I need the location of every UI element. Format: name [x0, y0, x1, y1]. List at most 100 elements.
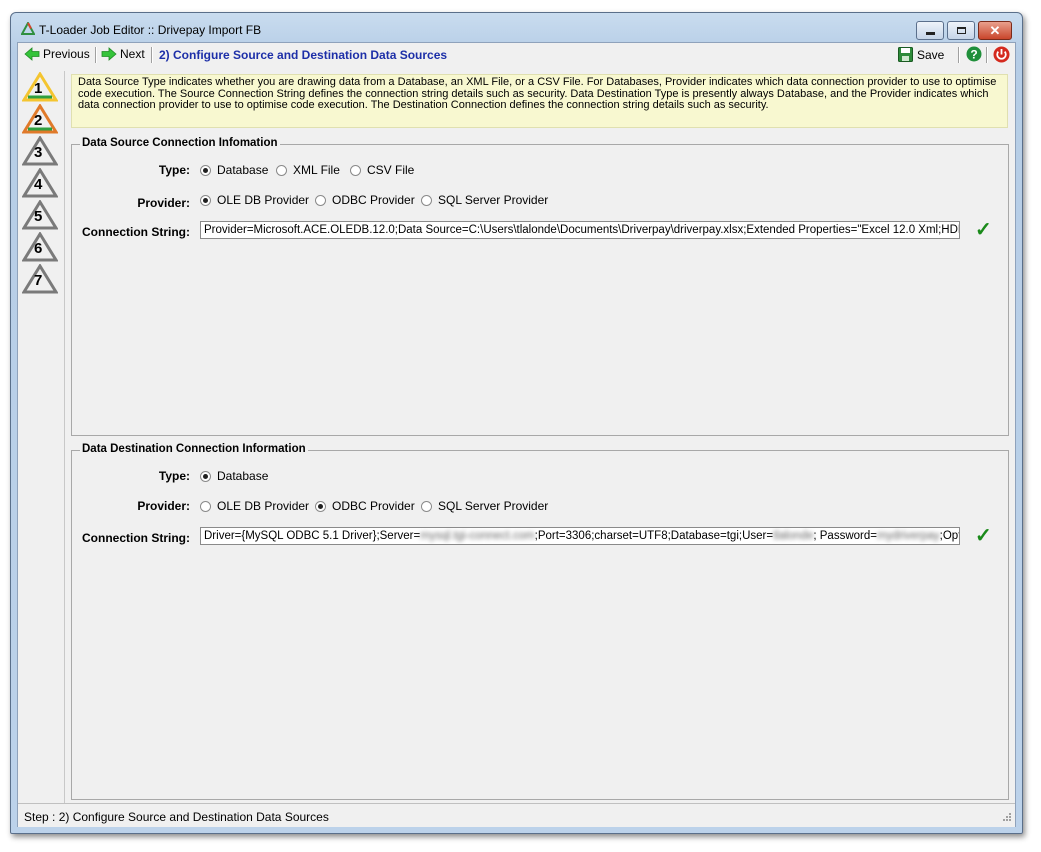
step-number: 4: [34, 176, 43, 193]
app-logo-icon: [21, 22, 35, 35]
step-7[interactable]: 7: [21, 263, 59, 294]
radio-label: ODBC Provider: [332, 499, 415, 513]
radio-label: Database: [217, 469, 269, 483]
step-6[interactable]: 6: [21, 231, 59, 262]
radio-label: XML File: [293, 163, 340, 177]
radio-label: ODBC Provider: [332, 193, 415, 207]
close-window-button[interactable]: ✕: [978, 21, 1012, 40]
help-button[interactable]: ?: [966, 46, 982, 62]
arrow-left-icon: [24, 47, 40, 61]
info-text: Data Source Type indicates whether you a…: [71, 74, 1008, 128]
power-icon: [993, 46, 1010, 63]
radio-selected-icon: [200, 470, 211, 482]
redacted-user: tlalonde: [773, 530, 814, 542]
step-number: 5: [34, 208, 43, 225]
check-icon: ✓: [975, 525, 992, 547]
source-type-database-radio[interactable]: Database: [200, 163, 268, 177]
title-bar[interactable]: T-Loader Job Editor :: Drivepay Import F…: [11, 13, 1022, 41]
next-button[interactable]: Next: [101, 47, 145, 61]
destination-type-database-radio[interactable]: Database: [200, 469, 268, 483]
step-3[interactable]: 3: [21, 135, 59, 166]
step-5[interactable]: 5: [21, 199, 59, 230]
step-number: 1: [34, 80, 43, 97]
destination-group-label: Data Destination Connection Information: [80, 443, 308, 455]
radio-label: CSV File: [367, 163, 415, 177]
toolbar-separator: [151, 47, 153, 63]
radio-selected-icon: [200, 194, 211, 206]
status-bar: Step : 2) Configure Source and Destinati…: [18, 803, 1015, 827]
previous-button[interactable]: Previous: [24, 47, 90, 61]
next-label: Next: [120, 47, 145, 61]
redacted-password: mydriverpay: [876, 530, 940, 542]
radio-label: SQL Server Provider: [438, 193, 549, 207]
conn-text: ;Option=3;: [939, 530, 959, 542]
radio-selected-icon: [315, 500, 326, 512]
source-type-csv-radio[interactable]: CSV File: [350, 163, 414, 177]
check-icon: ✓: [975, 219, 992, 241]
help-icon: ?: [966, 46, 982, 62]
step-number: 6: [34, 240, 43, 257]
source-provider-sqlserver-radio[interactable]: SQL Server Provider: [421, 193, 548, 207]
source-provider-oledb-radio[interactable]: OLE DB Provider: [200, 193, 309, 207]
arrow-right-icon: [101, 47, 117, 61]
destination-conn-label: Connection String:: [82, 531, 190, 545]
step-number: 3: [34, 144, 43, 161]
source-type-label: Type:: [158, 163, 190, 177]
step-number: 7: [34, 272, 43, 289]
conn-text: ;Port=3306;charset=UTF8;Database=tgi;Use…: [534, 530, 774, 542]
toolbar: Previous Next 2) Configure Source and De…: [18, 43, 1015, 67]
step-1[interactable]: 1: [21, 71, 59, 102]
maximize-icon: [956, 27, 966, 34]
destination-connection-string-input[interactable]: Driver={MySQL ODBC 5.1 Driver};Server=my…: [200, 527, 960, 545]
redacted-server: mysql.tgi-connect.com: [420, 530, 535, 542]
save-button[interactable]: Save: [898, 47, 944, 62]
radio-label: OLE DB Provider: [217, 499, 310, 513]
source-conn-label: Connection String:: [82, 225, 190, 239]
floppy-disk-icon: [898, 47, 913, 62]
conn-text: ; Password=: [813, 530, 877, 542]
source-type-xml-radio[interactable]: XML File: [276, 163, 340, 177]
source-group: Data Source Connection Infomation Type: …: [71, 137, 1009, 436]
radio-unselected-icon: [421, 500, 432, 512]
radio-label: SQL Server Provider: [438, 499, 549, 513]
radio-unselected-icon: [276, 164, 287, 176]
toolbar-separator: [958, 47, 960, 63]
destination-provider-label: Provider:: [137, 499, 190, 513]
radio-label: Database: [217, 163, 269, 177]
toolbar-separator: [986, 47, 988, 63]
radio-selected-icon: [200, 164, 211, 176]
step-4[interactable]: 4: [21, 167, 59, 198]
source-connection-string-input[interactable]: Provider=Microsoft.ACE.OLEDB.12.0;Data S…: [200, 221, 960, 239]
radio-unselected-icon: [421, 194, 432, 206]
save-label: Save: [917, 47, 945, 62]
exit-button[interactable]: [993, 46, 1010, 63]
destination-group: Data Destination Connection Information …: [71, 443, 1009, 800]
close-icon: ✕: [989, 23, 1001, 38]
window-title: T-Loader Job Editor :: Drivepay Import F…: [39, 23, 262, 37]
step-title: 2) Configure Source and Destination Data…: [159, 48, 448, 62]
step-2[interactable]: 2: [21, 103, 59, 134]
maximize-button[interactable]: [947, 21, 975, 40]
client-area: Previous Next 2) Configure Source and De…: [17, 42, 1016, 827]
step-number: 2: [34, 112, 43, 129]
step-navigator: 1 2 3 4 5 6 7: [20, 71, 65, 803]
minimize-button[interactable]: [916, 21, 944, 40]
radio-unselected-icon: [315, 194, 326, 206]
radio-unselected-icon: [350, 164, 361, 176]
destination-type-label: Type:: [158, 469, 190, 483]
source-group-label: Data Source Connection Infomation: [80, 137, 280, 149]
radio-unselected-icon: [200, 500, 211, 512]
status-text: Step : 2) Configure Source and Destinati…: [24, 810, 329, 824]
minimize-icon: [925, 32, 935, 35]
destination-provider-oledb-radio[interactable]: OLE DB Provider: [200, 499, 309, 513]
conn-text: Driver={MySQL ODBC 5.1 Driver};Server=: [204, 530, 421, 542]
radio-label: OLE DB Provider: [217, 193, 310, 207]
resize-grip-icon[interactable]: [1000, 812, 1012, 824]
source-provider-odbc-radio[interactable]: ODBC Provider: [315, 193, 415, 207]
destination-provider-odbc-radio[interactable]: ODBC Provider: [315, 499, 415, 513]
previous-label: Previous: [43, 47, 90, 61]
source-provider-label: Provider:: [137, 196, 190, 210]
toolbar-separator: [95, 47, 97, 63]
destination-provider-sqlserver-radio[interactable]: SQL Server Provider: [421, 499, 548, 513]
app-window: T-Loader Job Editor :: Drivepay Import F…: [10, 12, 1023, 834]
